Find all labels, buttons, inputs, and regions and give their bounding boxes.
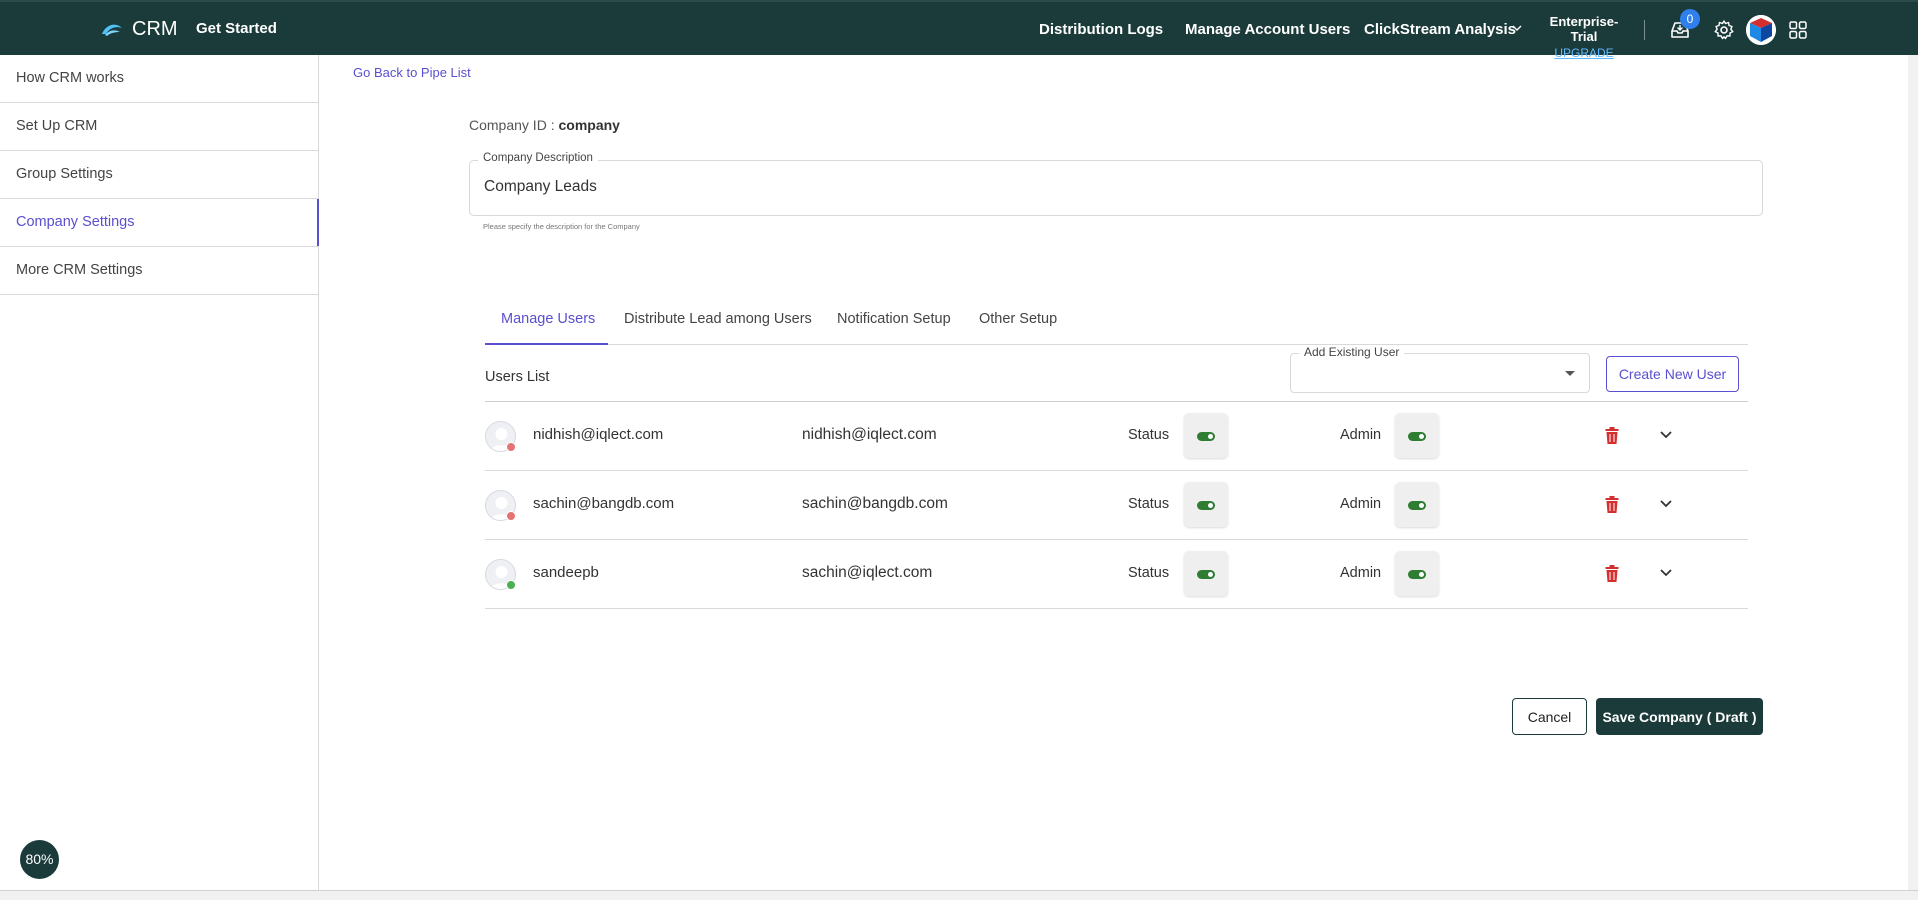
- nav-distribution-logs[interactable]: Distribution Logs: [1039, 21, 1163, 38]
- table-row: sachin@bangdb.com sachin@bangdb.com Stat…: [485, 471, 1748, 540]
- dropdown-caret-icon: [1565, 371, 1575, 376]
- crm-logo[interactable]: CRM: [100, 18, 178, 41]
- user-email: nidhish@iqlect.com: [802, 426, 937, 443]
- tab-manage-users[interactable]: Manage Users: [501, 311, 595, 327]
- cancel-button[interactable]: Cancel: [1512, 698, 1587, 735]
- chevron-down-icon[interactable]: [1659, 568, 1673, 578]
- table-row: sandeepb sachin@iqlect.com Status Admin: [485, 540, 1748, 609]
- user-name: sandeepb: [533, 564, 599, 581]
- upgrade-link[interactable]: UPGRADE: [1538, 46, 1630, 60]
- create-new-user-button[interactable]: Create New User: [1606, 356, 1739, 392]
- user-name: nidhish@iqlect.com: [533, 426, 664, 443]
- toggle-on-icon: [1408, 570, 1426, 579]
- offline-status-dot: [506, 511, 516, 521]
- online-status-dot: [506, 580, 516, 590]
- toggle-on-icon: [1408, 501, 1426, 510]
- nav-manage-account-users[interactable]: Manage Account Users: [1185, 21, 1350, 38]
- trash-icon[interactable]: [1605, 496, 1619, 513]
- status-label: Status: [1128, 496, 1170, 512]
- top-header: CRM Get Started Distribution Logs Manage…: [0, 0, 1918, 60]
- save-company-draft-button[interactable]: Save Company ( Draft ): [1596, 698, 1763, 735]
- company-description-input[interactable]: [484, 178, 1744, 196]
- admin-toggle[interactable]: [1395, 413, 1439, 458]
- user-name: sachin@bangdb.com: [533, 495, 675, 512]
- active-tab-indicator: [485, 343, 608, 345]
- plan-name: Enterprise-Trial: [1549, 14, 1619, 44]
- app-root: CRM Get Started Distribution Logs Manage…: [0, 0, 1918, 900]
- back-to-pipe-list-link[interactable]: Go Back to Pipe List: [353, 65, 471, 80]
- company-description-help: Please specify the description for the C…: [483, 222, 640, 231]
- chevron-down-icon[interactable]: [1659, 499, 1673, 509]
- tab-notification-setup[interactable]: Notification Setup: [837, 311, 951, 327]
- get-started-link[interactable]: Get Started: [196, 20, 277, 37]
- sidebar-item-more-crm-settings[interactable]: More CRM Settings: [0, 247, 318, 295]
- sidebar-item-how-crm-works[interactable]: How CRM works: [0, 55, 318, 103]
- gear-icon[interactable]: [1713, 19, 1735, 41]
- sidebar-item-set-up-crm[interactable]: Set Up CRM: [0, 103, 318, 151]
- company-description-field[interactable]: Company Description: [469, 152, 1763, 216]
- tab-distribute-lead[interactable]: Distribute Lead among Users: [624, 311, 812, 327]
- admin-label: Admin: [1340, 496, 1382, 512]
- vertical-scrollbar[interactable]: [1908, 55, 1918, 890]
- chevron-down-icon[interactable]: [1511, 22, 1523, 34]
- toggle-on-icon: [1408, 432, 1426, 441]
- horizontal-scrollbar[interactable]: [0, 890, 1918, 900]
- status-toggle[interactable]: [1184, 551, 1228, 596]
- nav-clickstream-analysis[interactable]: ClickStream Analysis: [1364, 21, 1516, 38]
- logo-icon: [102, 24, 122, 36]
- add-existing-user-label: Add Existing User: [1299, 345, 1405, 359]
- header-divider: [1644, 20, 1645, 40]
- status-toggle[interactable]: [1184, 413, 1228, 458]
- trash-icon[interactable]: [1605, 427, 1619, 444]
- table-row: nidhish@iqlect.com nidhish@iqlect.com St…: [485, 402, 1748, 471]
- chevron-down-icon[interactable]: [1659, 430, 1673, 440]
- tab-other-setup[interactable]: Other Setup: [979, 311, 1057, 327]
- users-list-title: Users List: [485, 369, 550, 385]
- status-label: Status: [1128, 427, 1170, 443]
- admin-label: Admin: [1340, 427, 1382, 443]
- user-email: sachin@iqlect.com: [802, 564, 933, 581]
- company-description-label: Company Description: [478, 152, 598, 164]
- plan-info: Enterprise-Trial UPGRADE: [1538, 14, 1630, 60]
- toggle-on-icon: [1197, 501, 1215, 510]
- admin-toggle[interactable]: [1395, 551, 1439, 596]
- status-toggle[interactable]: [1184, 482, 1228, 527]
- avatar[interactable]: [1746, 15, 1776, 45]
- app-name: CRM: [132, 18, 178, 40]
- company-id-value: company: [558, 117, 620, 133]
- admin-label: Admin: [1340, 565, 1382, 581]
- avatar-image-icon: [1746, 15, 1776, 45]
- settings-tabs: Manage Users Distribute Lead among Users…: [485, 298, 1748, 345]
- notification-badge: 0: [1680, 9, 1700, 29]
- offline-status-dot: [506, 442, 516, 452]
- sidebar-item-company-settings[interactable]: Company Settings: [0, 199, 319, 247]
- toggle-on-icon: [1197, 570, 1215, 579]
- toggle-on-icon: [1197, 432, 1215, 441]
- user-email: sachin@bangdb.com: [802, 495, 948, 512]
- status-label: Status: [1128, 565, 1170, 581]
- admin-toggle[interactable]: [1395, 482, 1439, 527]
- company-id-label: Company ID :: [469, 117, 555, 133]
- sidebar: How CRM works Set Up CRM Group Settings …: [0, 55, 319, 890]
- sidebar-item-group-settings[interactable]: Group Settings: [0, 151, 318, 199]
- trash-icon[interactable]: [1605, 565, 1619, 582]
- add-existing-user-select[interactable]: Add Existing User: [1290, 345, 1590, 393]
- apps-grid-icon[interactable]: [1787, 19, 1809, 41]
- company-id: Company ID : company: [469, 117, 620, 133]
- zoom-level-badge[interactable]: 80%: [20, 840, 59, 879]
